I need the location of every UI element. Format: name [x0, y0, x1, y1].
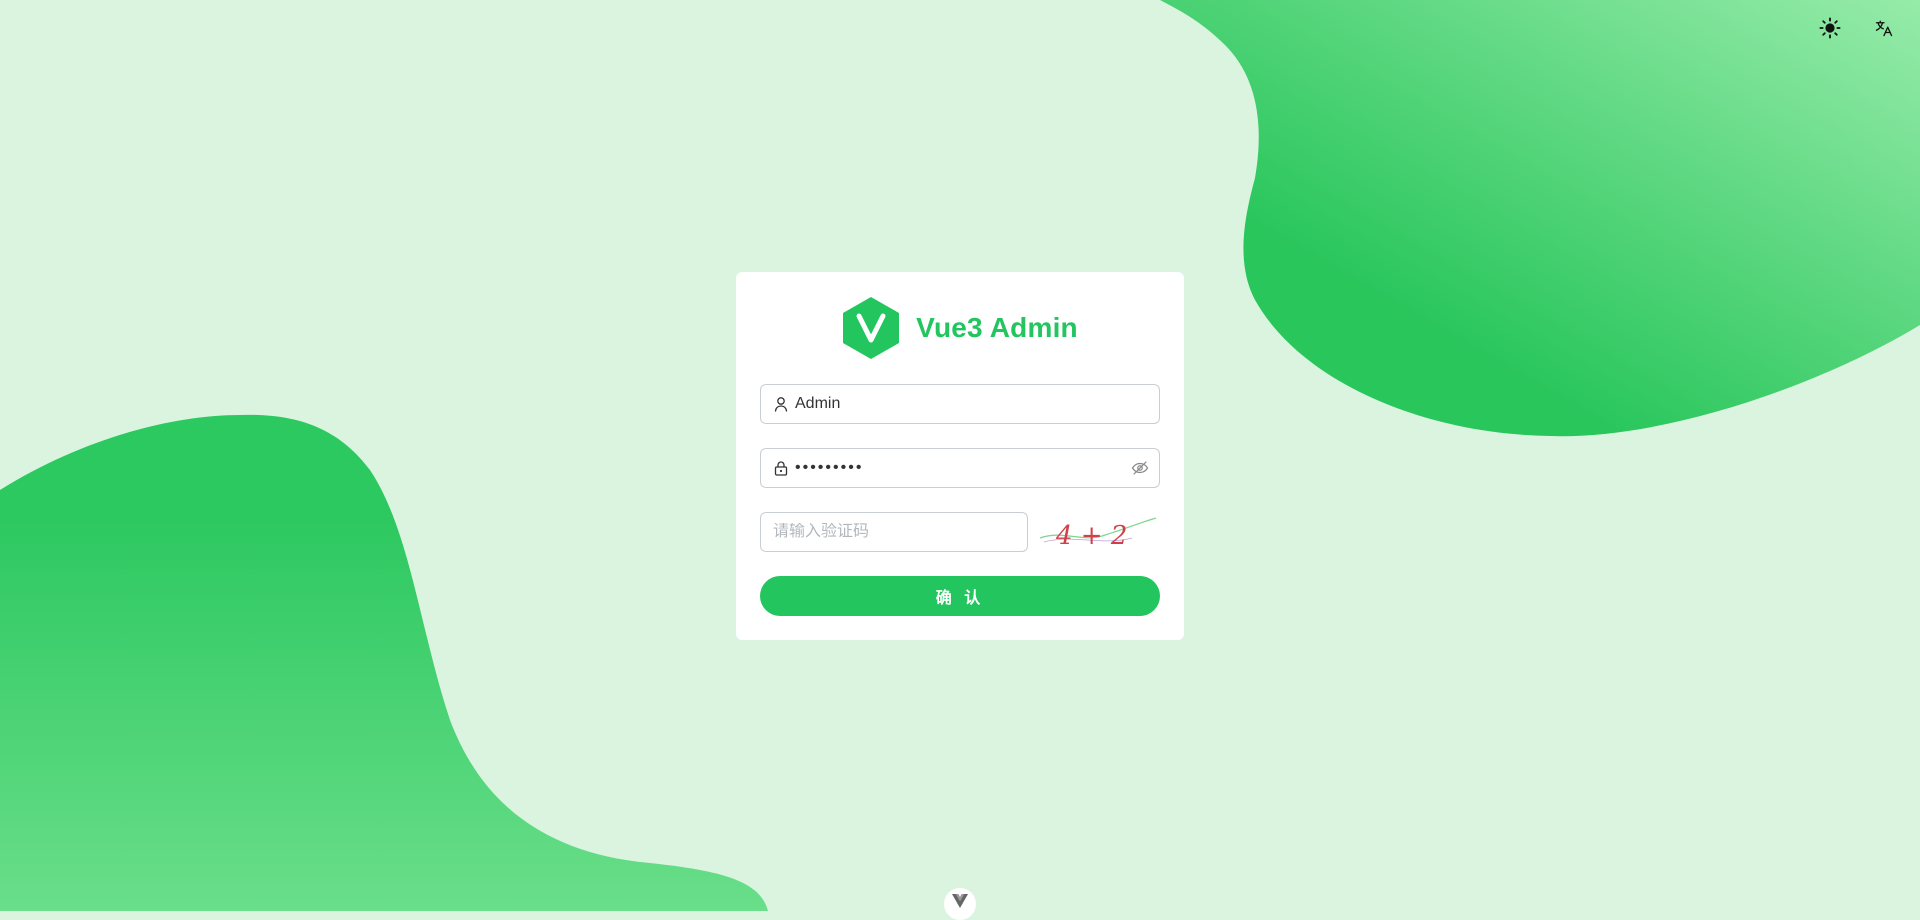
top-toolbar	[1816, 14, 1898, 42]
lock-icon	[773, 460, 789, 476]
sun-icon	[1819, 17, 1841, 39]
eye-off-icon[interactable]	[1131, 459, 1149, 477]
submit-button[interactable]: 确 认	[760, 576, 1160, 616]
captcha-input[interactable]	[773, 523, 1017, 541]
captcha-text: 4 + 2	[1055, 521, 1127, 551]
bottom-badge[interactable]	[944, 888, 976, 920]
captcha-image[interactable]: 4 + 2	[1032, 512, 1160, 552]
top-right-blob	[1160, 0, 1920, 437]
user-icon	[773, 396, 789, 412]
bottom-left-blob	[0, 414, 768, 911]
brand-header: Vue3 Admin	[736, 296, 1184, 360]
app-title: Vue3 Admin	[916, 312, 1078, 343]
username-field[interactable]	[760, 384, 1160, 424]
password-field[interactable]	[760, 448, 1160, 488]
translate-icon	[1875, 20, 1893, 37]
hexagon-v-logo	[843, 297, 900, 359]
captcha-field[interactable]	[760, 512, 1028, 552]
language-toggle-button[interactable]	[1870, 14, 1898, 42]
theme-toggle-button[interactable]	[1816, 14, 1844, 42]
password-input[interactable]	[795, 459, 1131, 477]
username-input[interactable]	[795, 395, 1149, 413]
login-card: Vue3 Admin Admin ••••••••• 请输入验证码 4 + 2 …	[736, 272, 1184, 640]
vue-logo-icon	[952, 894, 968, 908]
